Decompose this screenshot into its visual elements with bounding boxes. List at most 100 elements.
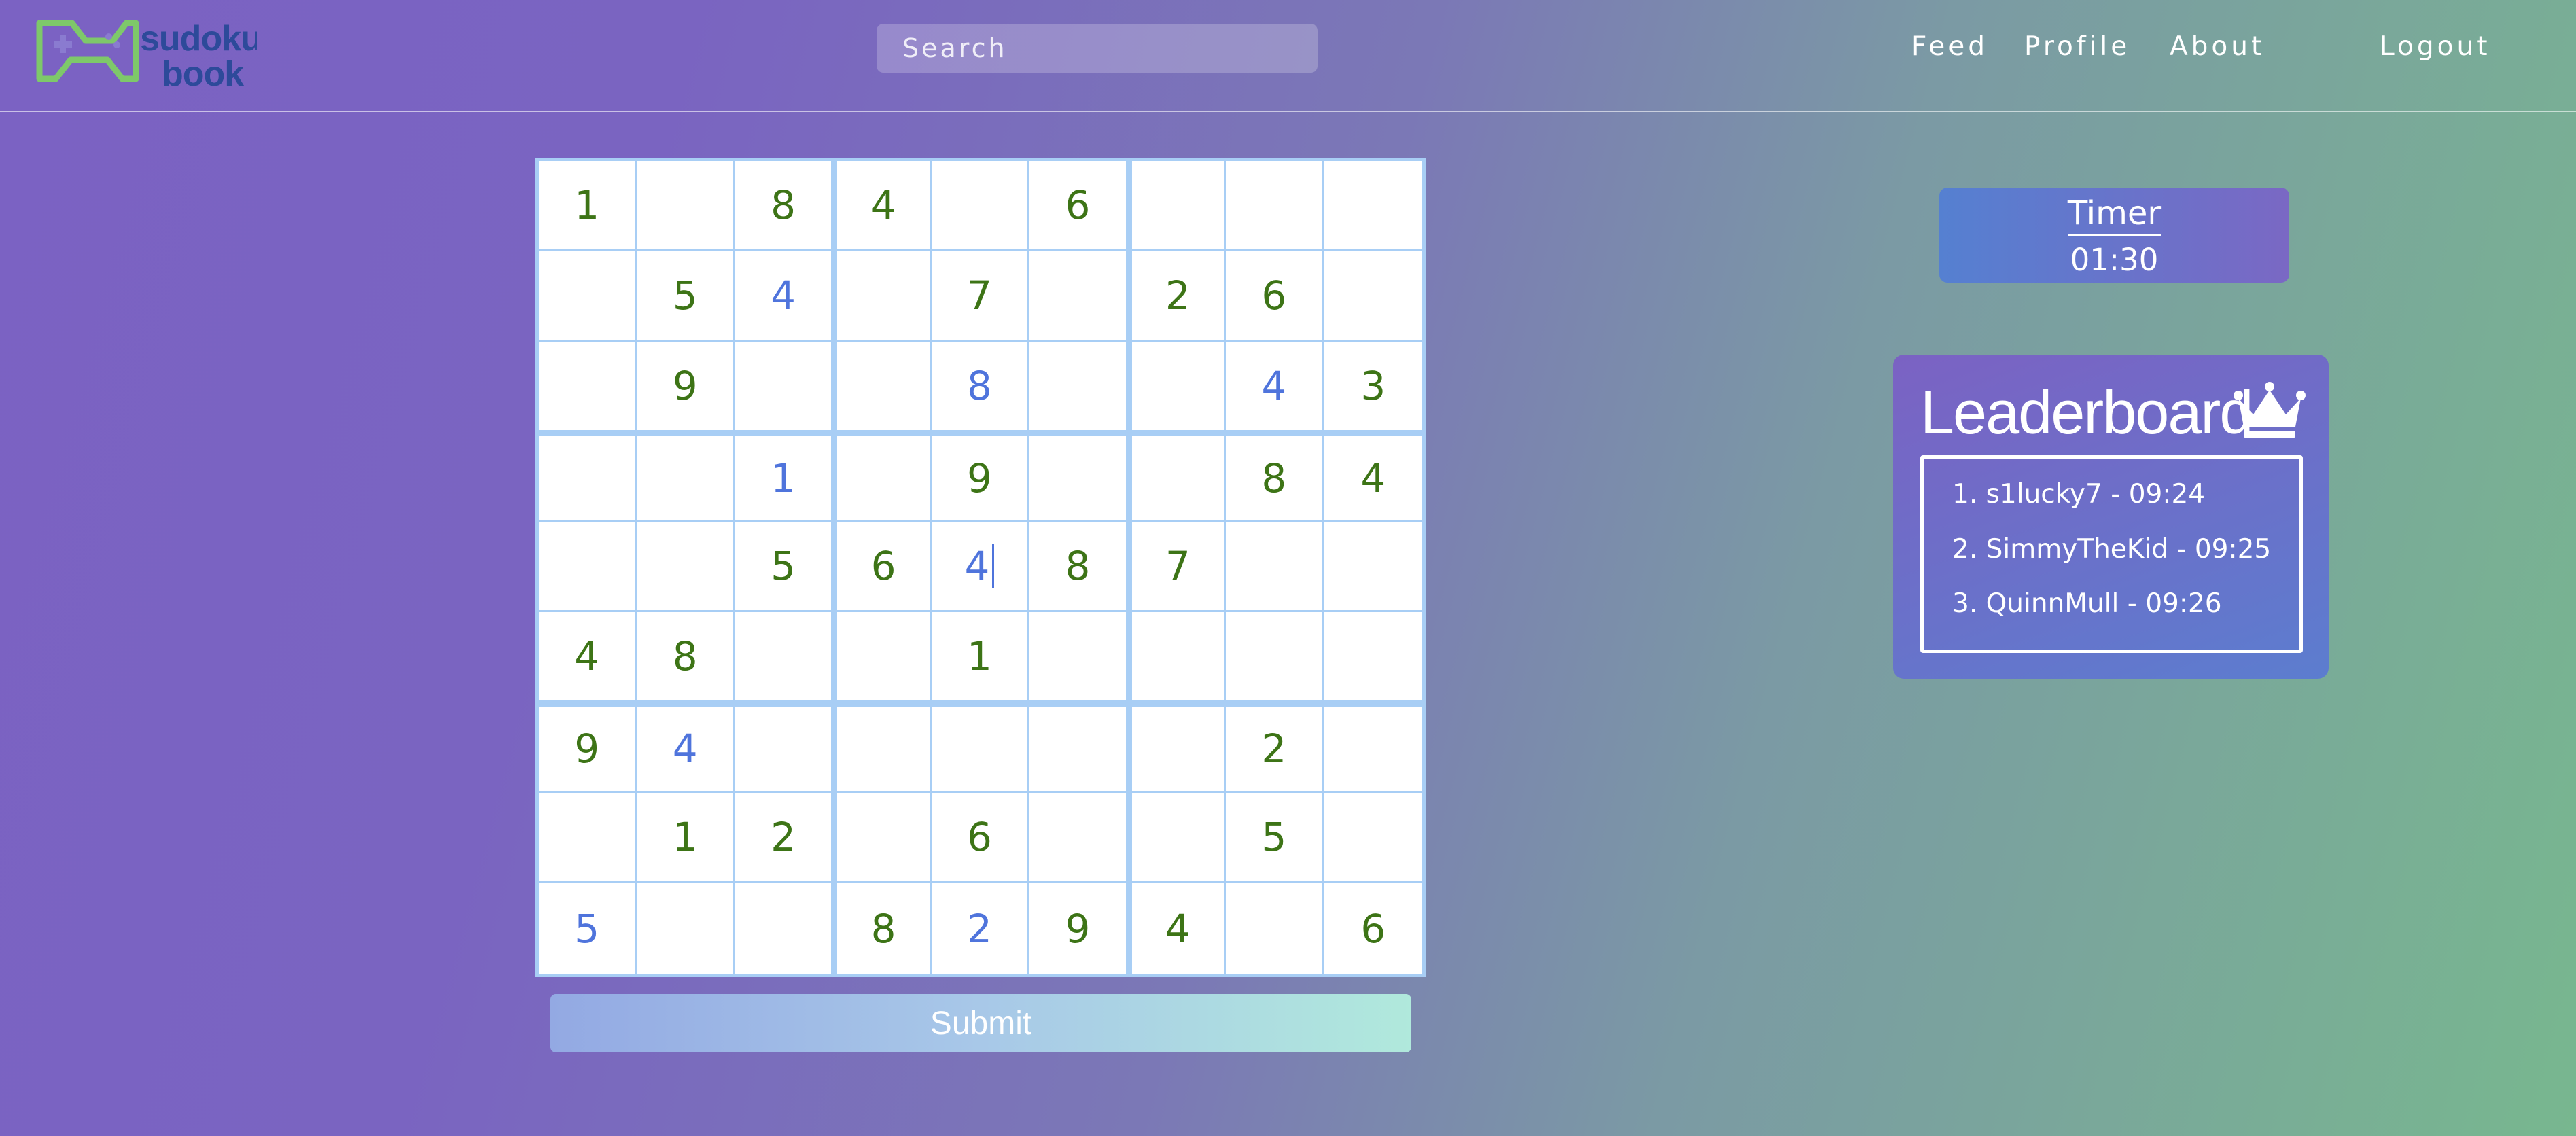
sudoku-cell-r3c4[interactable] xyxy=(833,341,932,432)
sudoku-cell-r3c5[interactable]: 8 xyxy=(931,341,1030,432)
sudoku-cell-r9c8[interactable] xyxy=(1226,883,1324,974)
sudoku-cell-r1c6[interactable]: 6 xyxy=(1029,161,1128,251)
leaderboard-list: 1. s1lucky7 - 09:24 2. SimmyTheKid - 09:… xyxy=(1920,455,2303,653)
sudoku-cell-r1c8[interactable] xyxy=(1226,161,1324,251)
search-input[interactable] xyxy=(877,24,1318,73)
sudoku-cell-r2c3[interactable]: 4 xyxy=(735,251,834,342)
sudoku-cell-r8c2[interactable]: 1 xyxy=(637,793,735,884)
sudoku-cell-r2c1[interactable] xyxy=(539,251,637,342)
sudoku-book-logo[interactable]: sudoku book xyxy=(33,15,257,90)
timer-value: 01:30 xyxy=(2070,242,2159,278)
sudoku-cell-r7c5[interactable] xyxy=(931,703,1030,794)
sudoku-cell-r3c7[interactable] xyxy=(1127,341,1227,432)
sudoku-cell-r5c3[interactable]: 5 xyxy=(735,522,834,613)
sudoku-cell-r3c2[interactable]: 9 xyxy=(637,341,735,432)
leaderboard-entry: 3. QuinnMull - 09:26 xyxy=(1952,588,2222,619)
timer-title: Timer xyxy=(2067,194,2162,236)
leaderboard-entry: 1. s1lucky7 - 09:24 xyxy=(1952,479,2206,510)
leaderboard-title: Leaderboard xyxy=(1920,379,2253,447)
sudoku-cell-r6c2[interactable]: 8 xyxy=(637,612,735,703)
sudoku-cell-r7c1[interactable]: 9 xyxy=(539,703,637,794)
sudoku-cell-r5c6[interactable]: 8 xyxy=(1029,522,1128,613)
crown-icon xyxy=(2233,379,2306,440)
logo-line2: book xyxy=(162,54,244,90)
sudoku-cell-r5c7[interactable]: 7 xyxy=(1127,522,1227,613)
sudoku-cell-r9c3[interactable] xyxy=(735,883,834,974)
header-divider xyxy=(0,111,2576,112)
sudoku-cell-r3c9[interactable]: 3 xyxy=(1324,341,1422,432)
sudoku-cell-r5c9[interactable] xyxy=(1324,522,1422,613)
sudoku-cell-r4c6[interactable] xyxy=(1029,431,1128,522)
sudoku-cell-r5c5[interactable]: 4 xyxy=(931,522,1030,613)
timer-panel: Timer 01:30 xyxy=(1939,188,2289,283)
sudoku-cell-r9c5[interactable]: 2 xyxy=(931,883,1030,974)
sudoku-cell-r7c3[interactable] xyxy=(735,703,834,794)
sudoku-cell-r9c2[interactable] xyxy=(637,883,735,974)
sudoku-cell-r7c9[interactable] xyxy=(1324,703,1422,794)
nav-link-about[interactable]: About xyxy=(2170,31,2265,62)
sudoku-cell-r2c6[interactable] xyxy=(1029,251,1128,342)
sudoku-cell-r3c1[interactable] xyxy=(539,341,637,432)
sudoku-cell-r8c7[interactable] xyxy=(1127,793,1227,884)
sudoku-cell-r4c7[interactable] xyxy=(1127,431,1227,522)
sudoku-cell-r1c7[interactable] xyxy=(1127,161,1227,251)
sudoku-cell-r4c1[interactable] xyxy=(539,431,637,522)
sudoku-cell-r3c3[interactable] xyxy=(735,341,834,432)
sudoku-cell-r4c5[interactable]: 9 xyxy=(931,431,1030,522)
sudoku-board: 18465472698431984564874819421265582946 xyxy=(535,158,1426,977)
sudoku-cell-r5c2[interactable] xyxy=(637,522,735,613)
sudoku-cell-r1c1[interactable]: 1 xyxy=(539,161,637,251)
sudoku-cell-r2c8[interactable]: 6 xyxy=(1226,251,1324,342)
sudoku-cell-r4c4[interactable] xyxy=(833,431,932,522)
sudoku-cell-r8c5[interactable]: 6 xyxy=(931,793,1030,884)
sudoku-cell-r3c8[interactable]: 4 xyxy=(1226,341,1324,432)
nav-link-logout[interactable]: Logout xyxy=(2380,31,2491,62)
sudoku-cell-r8c6[interactable] xyxy=(1029,793,1128,884)
sudoku-cell-r5c8[interactable] xyxy=(1226,522,1324,613)
sudoku-cell-r7c4[interactable] xyxy=(833,703,932,794)
sudoku-cell-r8c3[interactable]: 2 xyxy=(735,793,834,884)
sudoku-cell-r6c5[interactable]: 1 xyxy=(931,612,1030,703)
sudoku-cell-r1c3[interactable]: 8 xyxy=(735,161,834,251)
sudoku-cell-r1c4[interactable]: 4 xyxy=(833,161,932,251)
sudoku-cell-r5c4[interactable]: 6 xyxy=(833,522,932,613)
sudoku-cell-r6c8[interactable] xyxy=(1226,612,1324,703)
sudoku-cell-r4c9[interactable]: 4 xyxy=(1324,431,1422,522)
sudoku-cell-r9c9[interactable]: 6 xyxy=(1324,883,1422,974)
sudoku-cell-r8c1[interactable] xyxy=(539,793,637,884)
submit-button[interactable]: Submit xyxy=(550,994,1411,1052)
sudoku-cell-r7c7[interactable] xyxy=(1127,703,1227,794)
logo-line1: sudoku xyxy=(140,19,257,58)
sudoku-cell-r8c4[interactable] xyxy=(833,793,932,884)
sudoku-cell-r2c7[interactable]: 2 xyxy=(1127,251,1227,342)
sudoku-cell-r9c6[interactable]: 9 xyxy=(1029,883,1128,974)
sudoku-cell-r8c8[interactable]: 5 xyxy=(1226,793,1324,884)
sudoku-cell-r9c4[interactable]: 8 xyxy=(833,883,932,974)
sudoku-cell-r2c5[interactable]: 7 xyxy=(931,251,1030,342)
sudoku-cell-r2c4[interactable] xyxy=(833,251,932,342)
sudoku-cell-r9c1[interactable]: 5 xyxy=(539,883,637,974)
sudoku-cell-r6c4[interactable] xyxy=(833,612,932,703)
sudoku-cell-r6c6[interactable] xyxy=(1029,612,1128,703)
sudoku-cell-r4c8[interactable]: 8 xyxy=(1226,431,1324,522)
sudoku-cell-r8c9[interactable] xyxy=(1324,793,1422,884)
sudoku-cell-r2c9[interactable] xyxy=(1324,251,1422,342)
sudoku-cell-r9c7[interactable]: 4 xyxy=(1127,883,1227,974)
nav-link-feed[interactable]: Feed xyxy=(1911,31,1988,62)
sudoku-cell-r1c2[interactable] xyxy=(637,161,735,251)
sudoku-cell-r6c1[interactable]: 4 xyxy=(539,612,637,703)
sudoku-cell-r7c8[interactable]: 2 xyxy=(1226,703,1324,794)
sudoku-cell-r6c3[interactable] xyxy=(735,612,834,703)
sudoku-cell-r4c2[interactable] xyxy=(637,431,735,522)
sudoku-cell-r1c5[interactable] xyxy=(931,161,1030,251)
sudoku-cell-r2c2[interactable]: 5 xyxy=(637,251,735,342)
sudoku-cell-r5c1[interactable] xyxy=(539,522,637,613)
sudoku-cell-r4c3[interactable]: 1 xyxy=(735,431,834,522)
sudoku-cell-r6c7[interactable] xyxy=(1127,612,1227,703)
sudoku-cell-r7c6[interactable] xyxy=(1029,703,1128,794)
sudoku-cell-r7c2[interactable]: 4 xyxy=(637,703,735,794)
nav-link-profile[interactable]: Profile xyxy=(2024,31,2130,62)
sudoku-cell-r3c6[interactable] xyxy=(1029,341,1128,432)
sudoku-cell-r6c9[interactable] xyxy=(1324,612,1422,703)
sudoku-cell-r1c9[interactable] xyxy=(1324,161,1422,251)
